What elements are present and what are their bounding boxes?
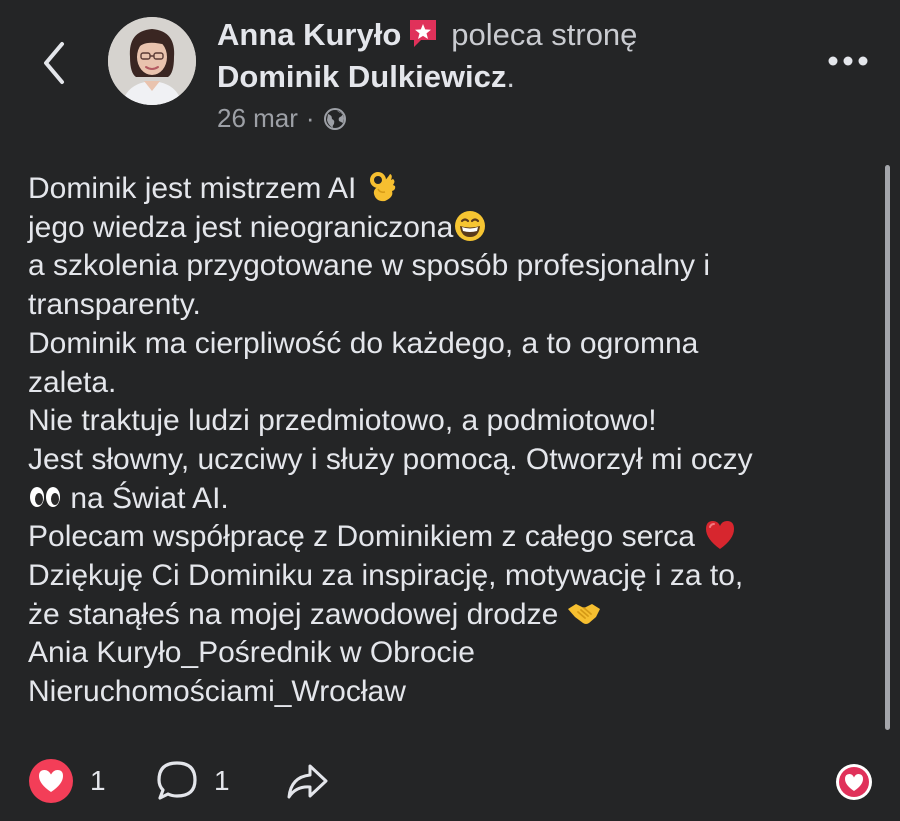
recommendation-badge-icon <box>407 17 439 49</box>
meta-separator: · <box>305 103 315 133</box>
recommend-verb: poleca stronę <box>451 17 638 52</box>
author-name[interactable]: Anna Kuryło <box>217 17 401 52</box>
comment-bubble-icon <box>157 761 197 800</box>
react-button[interactable] <box>834 762 874 802</box>
header-line-1: Anna Kuryło poleca stronę <box>217 14 777 56</box>
more-dots-icon <box>828 56 868 66</box>
back-button[interactable] <box>36 38 76 88</box>
scrollbar[interactable] <box>885 165 890 730</box>
post-text: Dominik jest mistrzem AI <box>28 172 357 205</box>
chevron-left-icon <box>44 42 64 84</box>
page-name-link[interactable]: Dominik Dulkiewicz <box>217 59 506 94</box>
post-line: Ania Kuryło_Pośrednik w Obrocie <box>28 636 475 670</box>
post-line: Nieruchomościami_Wrocław <box>28 675 406 709</box>
ok-hand-emoji <box>365 170 399 204</box>
page-name-suffix: . <box>506 59 516 94</box>
more-options-button[interactable] <box>826 54 870 68</box>
comment-button[interactable]: 1 <box>154 756 230 806</box>
grinning-face-emoji <box>453 209 487 243</box>
post-header: Anna Kuryło poleca stronę Dominik Dulkiew… <box>217 14 777 136</box>
eyes-emoji <box>28 480 62 514</box>
post-actions: 1 1 <box>22 756 882 806</box>
post-text: Polecam współpracę z Dominikiem z całego… <box>28 520 695 554</box>
post-line: a szkolenia przygotowane w sposób profes… <box>28 249 711 283</box>
comments-count: 1 <box>214 765 230 796</box>
handshake-emoji <box>567 596 601 630</box>
post-line: Nie traktuje ludzi przedmiotowo, a podmi… <box>28 404 657 438</box>
post-line: Dziękuję Ci Dominiku za inspirację, moty… <box>28 559 744 593</box>
post-line: Dominik jest mistrzem AI <box>28 170 873 209</box>
avatar[interactable] <box>108 17 196 105</box>
share-button[interactable] <box>284 756 330 806</box>
love-reaction-icon <box>29 759 73 803</box>
share-arrow-icon <box>287 764 328 799</box>
post-text: na Świat AI. <box>70 481 229 515</box>
post-line: jego wiedza jest nieograniczona <box>28 209 873 248</box>
post-text: że stanąłeś na mojej zawodowej drodze <box>28 597 559 631</box>
likes-count: 1 <box>90 765 106 796</box>
post-meta: 26 mar · <box>217 100 777 136</box>
red-heart-emoji <box>703 518 737 552</box>
post-date[interactable]: 26 mar <box>217 103 298 133</box>
love-react-icon <box>836 764 872 800</box>
header-line-2: Dominik Dulkiewicz. <box>217 56 777 98</box>
avatar-image <box>108 17 196 105</box>
post-line: Polecam współpracę z Dominikiem z całego… <box>28 518 873 557</box>
post-line: na Świat AI. <box>28 480 873 519</box>
post-line: Dominik ma cierpliwość do każdego, a to … <box>28 326 699 360</box>
globe-icon <box>323 104 347 130</box>
post-text: jego wiedza jest nieograniczona <box>28 210 454 244</box>
post-line: transparenty. <box>28 288 201 322</box>
love-reaction-button[interactable]: 1 <box>26 756 106 806</box>
post-body: Dominik jest mistrzem AI jego wiedza jes… <box>28 170 873 712</box>
post-line: Jest słowny, uczciwy i służy pomocą. Otw… <box>28 442 753 476</box>
post-line: że stanąłeś na mojej zawodowej drodze <box>28 596 873 635</box>
post-line: zaleta. <box>28 365 117 399</box>
